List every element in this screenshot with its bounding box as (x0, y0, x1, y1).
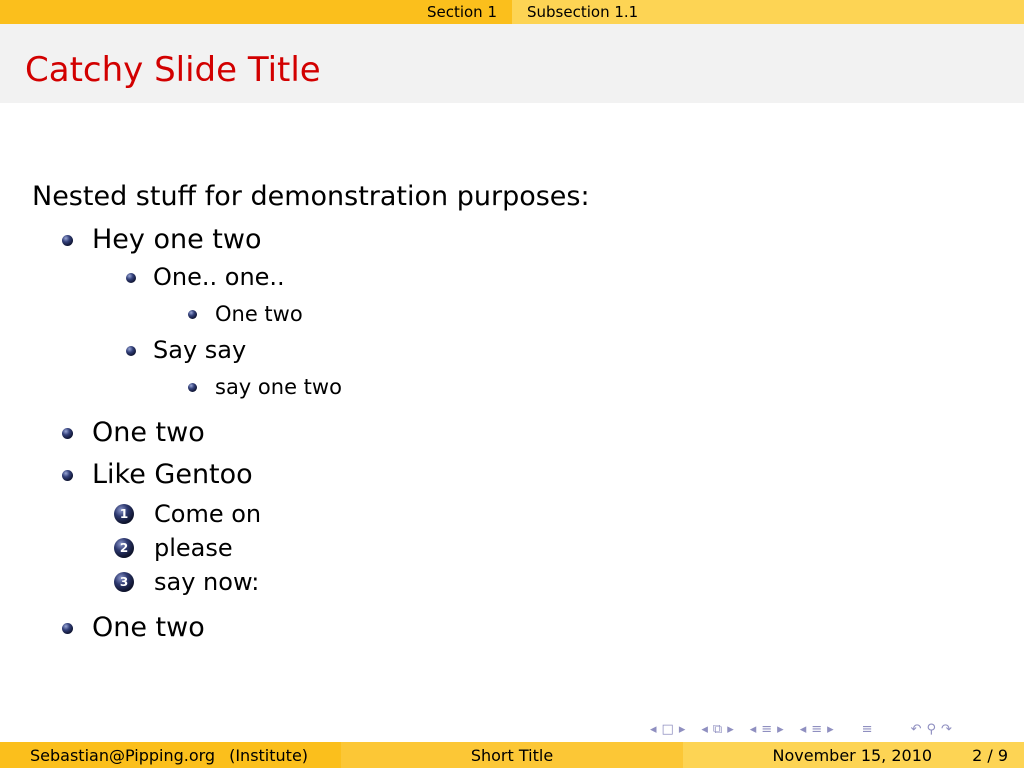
frame-icon[interactable]: □ (662, 722, 674, 737)
section-nav-area: Section 1 (0, 0, 512, 24)
top-navigation-bar: Section 1 Subsection 1.1 (0, 0, 1024, 24)
footer-short-title: Short Title (470, 745, 554, 765)
enumerate-item-text: say now: (154, 568, 260, 596)
section-icon[interactable]: ≡ (761, 722, 772, 737)
footer-author: Sebastian@Pipping.org (30, 745, 216, 765)
bullet-icon (188, 310, 197, 319)
bullet-icon (126, 346, 136, 356)
list-item-text: Hey one two (92, 224, 262, 255)
nav-left-icon[interactable]: ◂ (750, 722, 757, 737)
nav-right-icon[interactable]: ▸ (777, 722, 784, 737)
subsection-nav-area: Subsection 1.1 (512, 0, 1024, 24)
footer-date-area: November 15, 2010 2 / 9 (683, 742, 1024, 768)
undo-icon[interactable]: ↶ (911, 722, 922, 737)
enumerate-item-text: Come on (154, 500, 262, 528)
nav-left-icon[interactable]: ◂ (800, 722, 807, 737)
footer-author-area: Sebastian@Pipping.org (Institute) (0, 742, 341, 768)
number-3-icon: 3 (114, 572, 134, 592)
nav-right-icon[interactable]: ▸ (827, 722, 834, 737)
nav-right-icon[interactable]: ▸ (679, 722, 686, 737)
footer-title-area: Short Title (341, 742, 683, 768)
footer-page-number: 2 / 9 (972, 745, 1008, 765)
nav-subsection-link[interactable]: Subsection 1.1 (512, 0, 653, 24)
enumerate-item-text: please (154, 534, 233, 562)
subsection-icon[interactable]: ⧉ (713, 722, 722, 737)
nav-section-link[interactable]: Section 1 (412, 0, 512, 24)
sub-sub-list-item-text: say one two (215, 375, 342, 399)
list-item-text: One two (92, 417, 205, 448)
nav-right-icon[interactable]: ▸ (727, 722, 734, 737)
intro-text: Nested stuff for demonstration purposes: (32, 181, 590, 212)
align-icon[interactable]: ≡ (862, 722, 873, 737)
search-icon[interactable]: ⚲ (926, 722, 936, 737)
sub-list-item-text: One.. one.. (153, 263, 285, 291)
sub-sub-list-item-text: One two (215, 302, 303, 326)
list-item-text: One two (92, 612, 205, 643)
sub-list-item-text: Say say (153, 336, 247, 364)
bullet-icon (62, 428, 73, 439)
list-item-text: Like Gentoo (92, 459, 253, 490)
redo-icon[interactable]: ↷ (941, 722, 952, 737)
bullet-icon (62, 623, 73, 634)
bullet-icon (62, 235, 73, 246)
bullet-icon (126, 273, 136, 283)
navigation-symbols: ◂ □ ▸ ◂ ⧉ ▸ ◂ ≡ ▸ ◂ ≡ ▸ ≡ ↶ ⚲ ↷ (650, 718, 952, 740)
footer-bar: Sebastian@Pipping.org (Institute) Short … (0, 742, 1024, 768)
section-icon[interactable]: ≡ (811, 722, 822, 737)
nav-left-icon[interactable]: ◂ (701, 722, 708, 737)
frame-title-bar: Catchy Slide Title (0, 24, 1024, 103)
bullet-icon (188, 383, 197, 392)
footer-institute: (Institute) (229, 745, 309, 765)
bullet-icon (62, 470, 73, 481)
number-1-icon: 1 (114, 504, 134, 524)
number-2-icon: 2 (114, 538, 134, 558)
footer-date: November 15, 2010 (772, 745, 933, 765)
nav-left-icon[interactable]: ◂ (650, 722, 657, 737)
slide-title: Catchy Slide Title (25, 50, 321, 90)
